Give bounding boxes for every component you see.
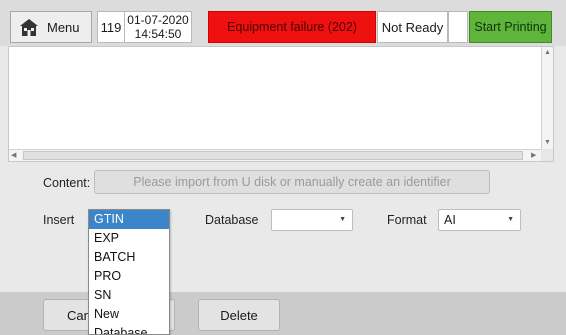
database-label: Database xyxy=(205,213,259,227)
date-text: 01-07-2020 xyxy=(127,13,189,27)
alarm-status[interactable]: Equipment failure (202) xyxy=(208,11,376,43)
top-toolbar: Menu 119 01-07-2020 14:54:50 Equipment f… xyxy=(0,0,566,46)
content-label: Content: xyxy=(43,176,91,190)
content-field[interactable]: Please import from U disk or manually cr… xyxy=(94,170,490,194)
print-counter: 119 xyxy=(97,11,124,43)
delete-button[interactable]: Delete xyxy=(198,299,280,331)
scroll-right-icon[interactable]: ▶ xyxy=(531,150,536,161)
vertical-scrollbar[interactable]: ▲ ▼ xyxy=(541,47,553,151)
menu-button[interactable]: Menu xyxy=(10,11,92,43)
home-icon xyxy=(20,19,38,36)
delete-label: Delete xyxy=(220,307,258,323)
format-value: AI xyxy=(444,213,456,227)
format-select[interactable]: AI ▼ xyxy=(438,209,521,231)
start-printing-button[interactable]: Start Printing xyxy=(469,11,552,43)
dropdown-item-batch[interactable]: BATCH xyxy=(89,248,169,267)
time-text: 14:54:50 xyxy=(134,27,182,41)
dropdown-item-gtin[interactable]: GTIN xyxy=(89,210,169,229)
dropdown-item-exp[interactable]: EXP xyxy=(89,229,169,248)
scroll-corner xyxy=(541,149,553,161)
chevron-down-icon: ▼ xyxy=(507,216,514,223)
scroll-down-icon[interactable]: ▼ xyxy=(542,139,553,146)
insert-label: Insert xyxy=(43,213,75,227)
datetime-display: 01-07-2020 14:54:50 xyxy=(124,11,192,43)
database-select[interactable]: ▼ xyxy=(271,209,353,231)
dropdown-item-sn[interactable]: SN xyxy=(89,286,169,305)
horizontal-scrollbar[interactable]: ◀ ▶ xyxy=(9,149,553,161)
dropdown-item-pro[interactable]: PRO xyxy=(89,267,169,286)
format-label: Format xyxy=(387,213,427,227)
scroll-left-icon[interactable]: ◀ xyxy=(11,150,16,161)
identifier-list[interactable]: ▲ ▼ ◀ ▶ xyxy=(8,46,554,162)
scroll-up-icon[interactable]: ▲ xyxy=(542,49,553,56)
scroll-thumb[interactable] xyxy=(23,151,523,160)
dropdown-item-new[interactable]: New xyxy=(89,305,169,324)
status-spacer xyxy=(448,11,468,43)
dropdown-item-database[interactable]: Database xyxy=(89,324,169,334)
printer-status: Not Ready xyxy=(377,11,448,43)
menu-label: Menu xyxy=(47,19,80,35)
insert-dropdown-list[interactable]: GTIN EXP BATCH PRO SN New Database xyxy=(88,209,170,335)
chevron-down-icon: ▼ xyxy=(339,216,346,223)
